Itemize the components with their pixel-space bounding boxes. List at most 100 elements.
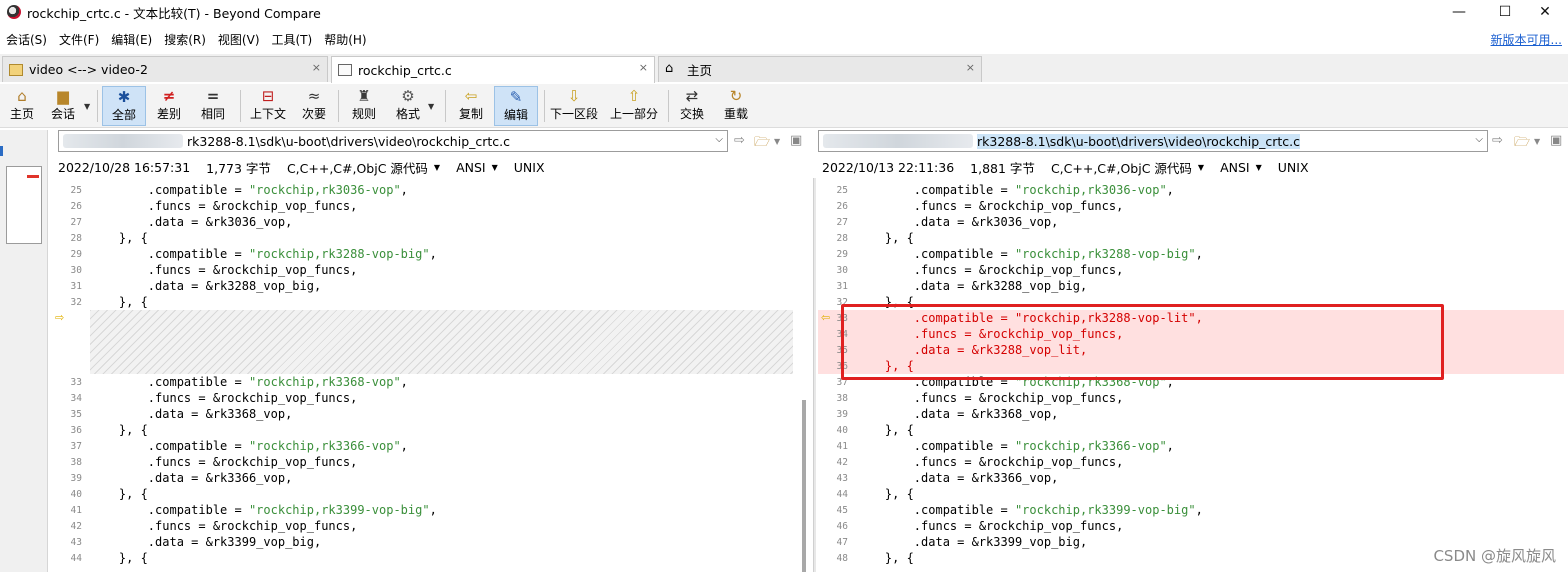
navigator-thumbnail[interactable]	[6, 166, 42, 244]
context-button[interactable]: ⊟ 上下文	[247, 86, 289, 126]
code-line[interactable]: 42 .funcs = &rockchip_vop_funcs,	[52, 518, 813, 534]
code-line[interactable]: 25 .compatible = "rockchip,rk3036-vop",	[52, 182, 813, 198]
code-line[interactable]: 29 .compatible = "rockchip,rk3288-vop-bi…	[818, 246, 1564, 262]
right-path-input[interactable]: rk3288-8.1\sdk\u-boot\drivers\video\rock…	[818, 130, 1488, 152]
code-line[interactable]: 39 .data = &rk3368_vop,	[818, 406, 1564, 422]
chevron-down-icon[interactable]: ⌵	[1475, 134, 1483, 145]
code-line[interactable]: 36 }, {	[52, 422, 813, 438]
open-dropdown-icon[interactable]: ▼	[1534, 137, 1540, 146]
encoding-dropdown-icon[interactable]: ▼	[1256, 163, 1262, 172]
format-button[interactable]: ⚙ 格式	[392, 86, 424, 126]
code-line[interactable]: 25 .compatible = "rockchip,rk3036-vop",	[818, 182, 1564, 198]
code-line[interactable]: 44 }, {	[818, 486, 1564, 502]
code-line[interactable]: 45 .compatible = "rockchip,rk3399-vop-bi…	[818, 502, 1564, 518]
code-line[interactable]: 38 .funcs = &rockchip_vop_funcs,	[52, 454, 813, 470]
code-line[interactable]: 30 .funcs = &rockchip_vop_funcs,	[818, 262, 1564, 278]
menu-file[interactable]: 文件(F)	[53, 31, 105, 48]
left-code-pane[interactable]: 25 .compatible = "rockchip,rk3036-vop", 2…	[52, 180, 813, 572]
code-line[interactable]: 38 .funcs = &rockchip_vop_funcs,	[818, 390, 1564, 406]
code-line[interactable]: 28 }, {	[52, 230, 813, 246]
scrollbar-thumb[interactable]	[802, 400, 806, 572]
copy-arrow-left-icon[interactable]: ⇨	[55, 311, 64, 324]
pane-divider[interactable]	[813, 178, 816, 572]
format-dropdown-icon[interactable]: ▼	[434, 163, 440, 172]
swap-button[interactable]: ⇄ 交换	[676, 86, 708, 126]
code-line[interactable]: 29 .compatible = "rockchip,rk3288-vop-bi…	[52, 246, 813, 262]
code-line[interactable]: 44 }, {	[52, 550, 813, 566]
right-encoding[interactable]: ANSI	[1220, 160, 1250, 175]
code-line[interactable]: 41 .compatible = "rockchip,rk3399-vop-bi…	[52, 502, 813, 518]
show-all-button[interactable]: ✱ 全部	[102, 86, 146, 126]
minimize-button[interactable]: —	[1436, 0, 1482, 24]
encoding-dropdown-icon[interactable]: ▼	[492, 163, 498, 172]
menu-edit[interactable]: 编辑(E)	[105, 31, 158, 48]
code-line[interactable]: 26 .funcs = &rockchip_vop_funcs,	[52, 198, 813, 214]
open-dropdown-icon[interactable]: ▼	[774, 137, 780, 146]
edit-button[interactable]: ✎ 编辑	[494, 86, 538, 126]
right-format[interactable]: C,C++,C#,ObjC 源代码	[1051, 158, 1192, 177]
code-line[interactable]: 31 .data = &rk3288_vop_big,	[818, 278, 1564, 294]
code-line[interactable]: 33 .compatible = "rockchip,rk3368-vop",	[52, 374, 813, 390]
tab-text-compare[interactable]: rockchip_crtc.c ×	[331, 56, 655, 83]
code-line[interactable]: 39 .data = &rk3366_vop,	[52, 470, 813, 486]
code-line[interactable]: 27 .data = &rk3036_vop,	[818, 214, 1564, 230]
code-line[interactable]: 27 .data = &rk3036_vop,	[52, 214, 813, 230]
menu-search[interactable]: 搜索(R)	[158, 31, 212, 48]
code-line[interactable]: 37 .compatible = "rockchip,rk3366-vop",	[52, 438, 813, 454]
code-line[interactable]: 43 .data = &rk3399_vop_big,	[52, 534, 813, 550]
left-path-input[interactable]: rk3288-8.1\sdk\u-boot\drivers\video\rock…	[58, 130, 728, 152]
thumbnail-navigator[interactable]	[0, 130, 48, 572]
menu-view[interactable]: 视图(V)	[212, 31, 266, 48]
code-line[interactable]: 26 .funcs = &rockchip_vop_funcs,	[818, 198, 1564, 214]
rules-button[interactable]: ♜ 规则	[348, 86, 380, 126]
new-version-link[interactable]: 新版本可用...	[1491, 31, 1562, 48]
format-dropdown-icon[interactable]: ▼	[1198, 163, 1204, 172]
tab-home[interactable]: ⌂ 主页 ×	[658, 56, 982, 82]
open-folder-icon[interactable]: 🗁	[754, 133, 770, 155]
code-line[interactable]: 32 }, {	[52, 294, 813, 310]
code-line[interactable]: 46 .funcs = &rockchip_vop_funcs,	[818, 518, 1564, 534]
code-line[interactable]: 40 }, {	[818, 422, 1564, 438]
reload-button[interactable]: ↻ 重载	[720, 86, 752, 126]
session-button[interactable]: ▆ 会话	[46, 86, 80, 126]
save-icon[interactable]: ▣	[1550, 133, 1562, 148]
copy-arrow-right-icon[interactable]: ⇦	[821, 311, 830, 324]
code-line[interactable]: 34 .funcs = &rockchip_vop_funcs,	[52, 390, 813, 406]
right-line-ending[interactable]: UNIX	[1278, 160, 1309, 175]
save-icon[interactable]: ▣	[790, 133, 802, 148]
close-tab-icon[interactable]: ×	[966, 61, 975, 74]
code-line[interactable]: 43 .data = &rk3366_vop,	[818, 470, 1564, 486]
close-window-button[interactable]: ✕	[1522, 0, 1568, 24]
code-line[interactable]: 41 .compatible = "rockchip,rk3366-vop",	[818, 438, 1564, 454]
open-folder-icon[interactable]: 🗁	[1514, 133, 1530, 155]
left-line-ending[interactable]: UNIX	[514, 160, 545, 175]
edit-label: 编辑	[503, 108, 528, 122]
next-section-button[interactable]: ⇩ 下一区段	[548, 86, 600, 126]
history-arrow-icon[interactable]: ⇨	[734, 133, 745, 148]
code-line[interactable]: 31 .data = &rk3288_vop_big,	[52, 278, 813, 294]
show-diff-button[interactable]: ≠ 差别	[152, 86, 186, 126]
session-dropdown-icon[interactable]: ▼	[84, 102, 90, 111]
menu-help[interactable]: 帮助(H)	[318, 31, 372, 48]
tab-folder-compare[interactable]: video <--> video-2 ×	[2, 56, 328, 82]
chevron-down-icon[interactable]: ⌵	[715, 134, 723, 145]
copy-button[interactable]: ⇦ 复制	[455, 86, 487, 126]
home-button[interactable]: ⌂ 主页	[6, 86, 38, 126]
code-line[interactable]: 40 }, {	[52, 486, 813, 502]
left-encoding[interactable]: ANSI	[456, 160, 486, 175]
menu-tools[interactable]: 工具(T)	[266, 31, 319, 48]
menu-session[interactable]: 会话(S)	[0, 31, 53, 48]
code-line[interactable]: 42 .funcs = &rockchip_vop_funcs,	[818, 454, 1564, 470]
minor-button[interactable]: ≈ 次要	[298, 86, 330, 126]
code-line[interactable]: 30 .funcs = &rockchip_vop_funcs,	[52, 262, 813, 278]
show-same-button[interactable]: = 相同	[196, 86, 230, 126]
close-tab-icon[interactable]: ×	[639, 61, 648, 74]
format-dropdown-icon[interactable]: ▼	[428, 102, 434, 111]
code-line[interactable]: 28 }, {	[818, 230, 1564, 246]
close-tab-icon[interactable]: ×	[312, 61, 321, 74]
left-scrollbar[interactable]	[802, 180, 806, 572]
history-arrow-icon[interactable]: ⇨	[1492, 133, 1503, 148]
left-format[interactable]: C,C++,C#,ObjC 源代码	[287, 158, 428, 177]
code-line[interactable]: 35 .data = &rk3368_vop,	[52, 406, 813, 422]
prev-section-button[interactable]: ⇧ 上一部分	[608, 86, 660, 126]
